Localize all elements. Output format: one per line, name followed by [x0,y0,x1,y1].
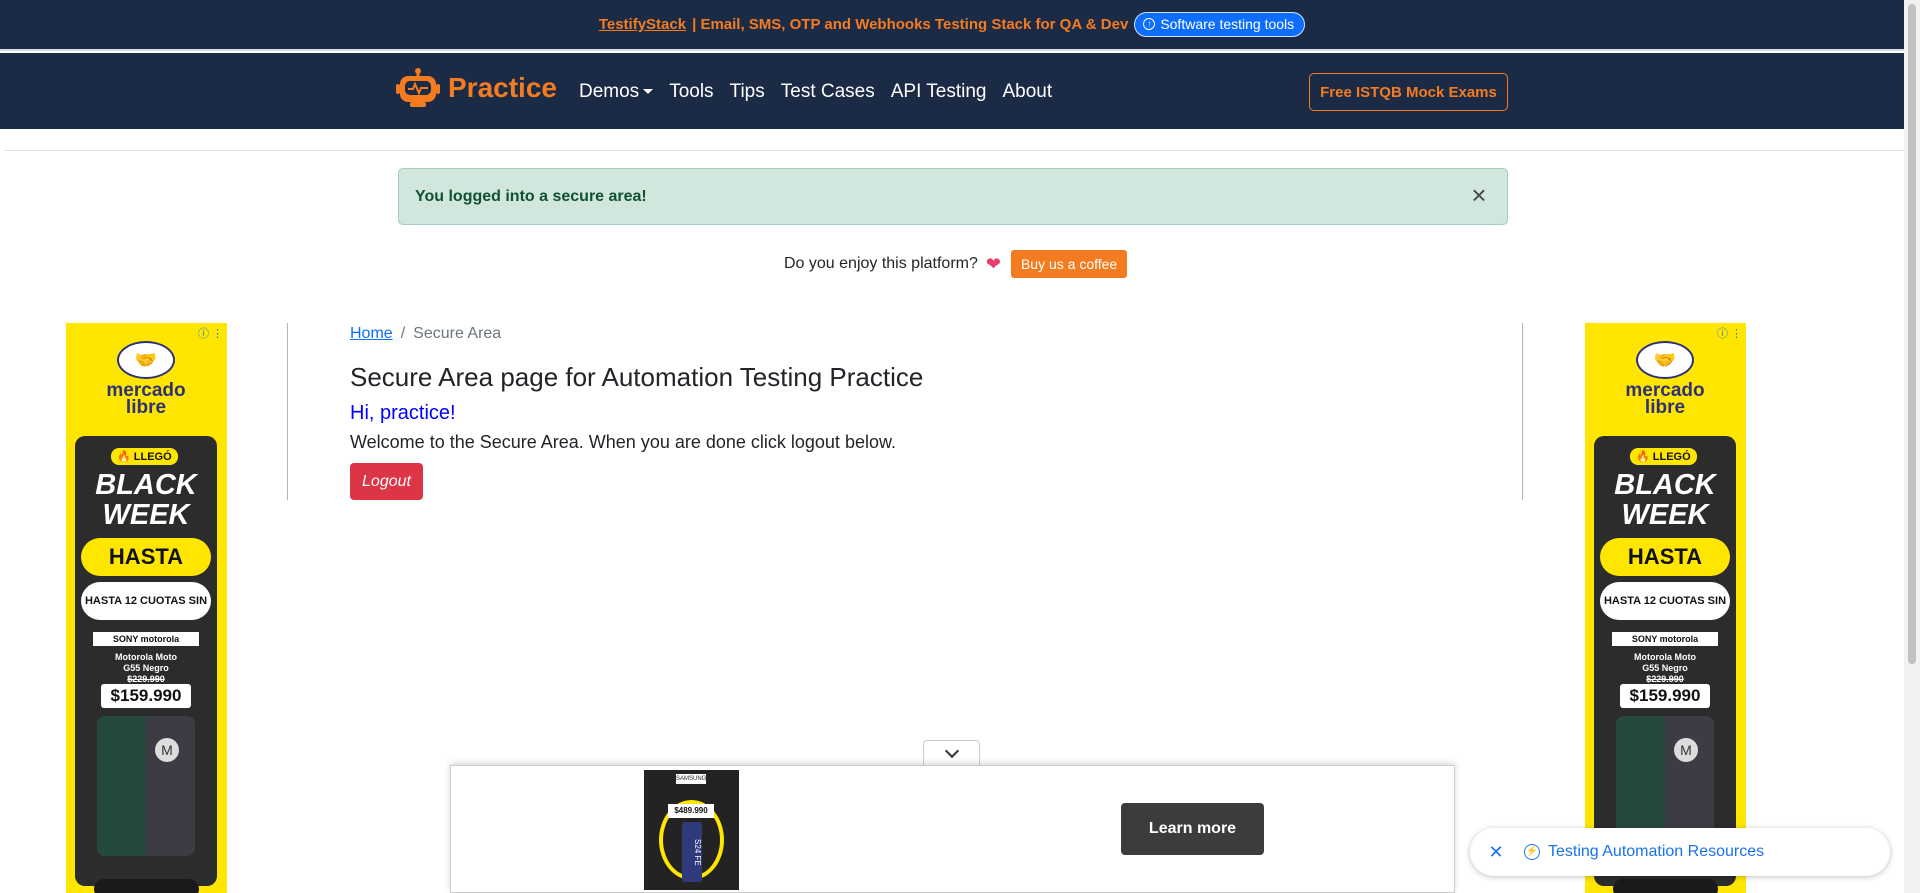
chevron-down-icon [944,743,959,758]
breadcrumb-home-link[interactable]: Home [350,325,393,343]
resources-chip[interactable]: ✕ ⚡ Testing Automation Resources [1470,828,1890,876]
ad-brands: SONY motorola [1612,632,1718,646]
product-line1: Motorola Moto [1634,652,1696,662]
buy-coffee-button[interactable]: Buy us a coffee [1010,250,1128,278]
learn-more-button[interactable]: Learn more [1121,803,1264,855]
ad-discount: HASTA 50%OFF [1600,538,1730,607]
ad-info-icon[interactable]: ⓘ ⋮ [1717,325,1742,341]
product-line1: Motorola Moto [115,652,177,662]
ad-price: $159.990 [101,684,191,708]
arrow-circle-icon: ↑ [1143,18,1156,30]
nav-about[interactable]: About [1003,81,1053,103]
headline-1: BLACK [95,469,197,501]
logo-line2: libre [1644,397,1686,418]
motorola-icon: M [1674,738,1698,762]
handshake-icon: 🤝 [1636,341,1694,379]
headline-2: WEEK [1621,499,1709,531]
handshake-icon: 🤝 [117,341,175,379]
mercado-libre-logo: 🤝 mercado libre [1617,341,1713,417]
heart-icon: ❤ [985,253,1001,274]
coffee-prompt: Do you enjoy this platform? ❤ Buy us a c… [784,250,1128,278]
nav-demos[interactable]: Demos [579,81,654,103]
ad-installments: HASTA 12 CUOTAS SIN INTERES [1600,582,1730,645]
nav-api-testing[interactable]: API Testing [891,81,987,103]
headline-2: WEEK [102,499,190,531]
ad-thumbnail: SAMSUNG $489.990 S24 FE [644,770,739,890]
ad-card: 🔥 LLEGÓ BLACKWEEK HASTA 50%OFF HASTA 12 … [1594,436,1736,886]
ad-product: Motorola Moto G55 Negro $229.990 [1594,652,1736,685]
thumb-price: $489.990 [668,804,714,818]
ad-price: $159.990 [1620,684,1710,708]
ad-badge: 🔥 LLEGÓ [1630,448,1697,465]
right-side-ad[interactable]: ⓘ ⋮ 🤝 mercado libre 🔥 LLEGÓ BLACK WEEK HAS… [1585,323,1746,893]
breadcrumb: Home / Secure Area [350,325,501,343]
ad-product: Motorola Moto G55 Negro $229.990 [75,652,217,685]
ad-badge: 🔥 LLEGÓ [111,448,178,465]
mercado-libre-logo: 🤝 mercado libre [98,341,194,417]
logo-line2: libre [125,397,167,418]
scrollbar-thumb[interactable] [1908,4,1916,664]
nav-demos-label: Demos [579,81,640,102]
product-line2: G55 Negro [1642,663,1688,673]
page-title: Secure Area page for Automation Testing … [350,362,924,392]
promo-bar: TestifyStack | Email, SMS, OTP and Webho… [0,0,1904,51]
divider [4,150,1904,151]
software-testing-tools-button[interactable]: ↑ Software testing tools [1134,12,1306,37]
thumb-phone: S24 FE [682,822,702,882]
ad-card: 🔥 LLEGÓ BLACKWEEK HASTA 50%OFF HASTA 12 … [75,436,217,886]
nav-links: Demos Tools Tips Test Cases API Testing … [579,81,1052,103]
resources-label[interactable]: Testing Automation Resources [1548,843,1764,861]
breadcrumb-separator: / [400,325,406,342]
testifystack-link[interactable]: TestifyStack [599,16,686,33]
close-icon[interactable]: ✕ [1486,842,1506,863]
ad-installments: HASTA 12 CUOTAS SIN INTERES [81,582,211,645]
product-line2: G55 Negro [123,663,169,673]
ad-brands: SONY motorola [93,632,199,646]
logout-button[interactable]: Logout [350,463,423,500]
ad-headline: BLACK WEEK [1594,470,1736,530]
ad-headline: BLACK WEEK [75,470,217,530]
headline-1: BLACK [1614,469,1716,501]
collapse-ad-button[interactable] [923,740,980,765]
main-navbar: Practice Demos Tools Tips Test Cases API… [0,53,1904,129]
greeting: Hi, practice! [350,402,456,424]
motorola-icon: M [155,738,179,762]
ad-discount: HASTA 50%OFF [81,538,211,607]
close-icon[interactable]: × [1469,182,1489,208]
old-price: $229.990 [1646,674,1684,684]
nav-test-cases[interactable]: Test Cases [781,81,875,103]
bottom-ad-banner[interactable]: SAMSUNG $489.990 S24 FE Learn more [450,765,1455,893]
alert-message: You logged into a secure area! [415,187,647,205]
phone-image: M [97,716,195,856]
promo-text: | Email, SMS, OTP and Webhooks Testing S… [692,16,1129,33]
caret-down-icon [643,89,654,95]
coffee-question: Do you enjoy this platform? [784,255,978,272]
breadcrumb-current: Secure Area [413,325,502,342]
ad-footer-button[interactable] [1613,879,1718,893]
nav-tools[interactable]: Tools [669,81,713,103]
old-price: $229.990 [127,674,165,684]
thumb-brand: SAMSUNG [676,774,707,784]
brand-name: Practice [448,72,557,103]
pill-label: Software testing tools [1160,16,1295,32]
nav-tips[interactable]: Tips [730,81,765,103]
page-scrollbar[interactable] [1904,0,1920,893]
panel-border-left [287,323,288,500]
brand-link[interactable]: Practice [396,68,557,108]
istqb-mock-exams-button[interactable]: Free ISTQB Mock Exams [1309,73,1508,111]
robot-logo-icon [396,68,440,107]
success-alert: You logged into a secure area! × [398,168,1508,225]
welcome-text: Welcome to the Secure Area. When you are… [350,432,896,452]
left-side-ad[interactable]: ⓘ ⋮ 🤝 mercado libre 🔥 LLEGÓ BLACK WEEK HAS… [66,323,227,893]
bolt-icon: ⚡ [1524,844,1540,860]
ad-footer-button[interactable] [94,879,199,893]
ad-info-icon[interactable]: ⓘ ⋮ [198,325,223,341]
panel-border-right [1522,323,1523,500]
